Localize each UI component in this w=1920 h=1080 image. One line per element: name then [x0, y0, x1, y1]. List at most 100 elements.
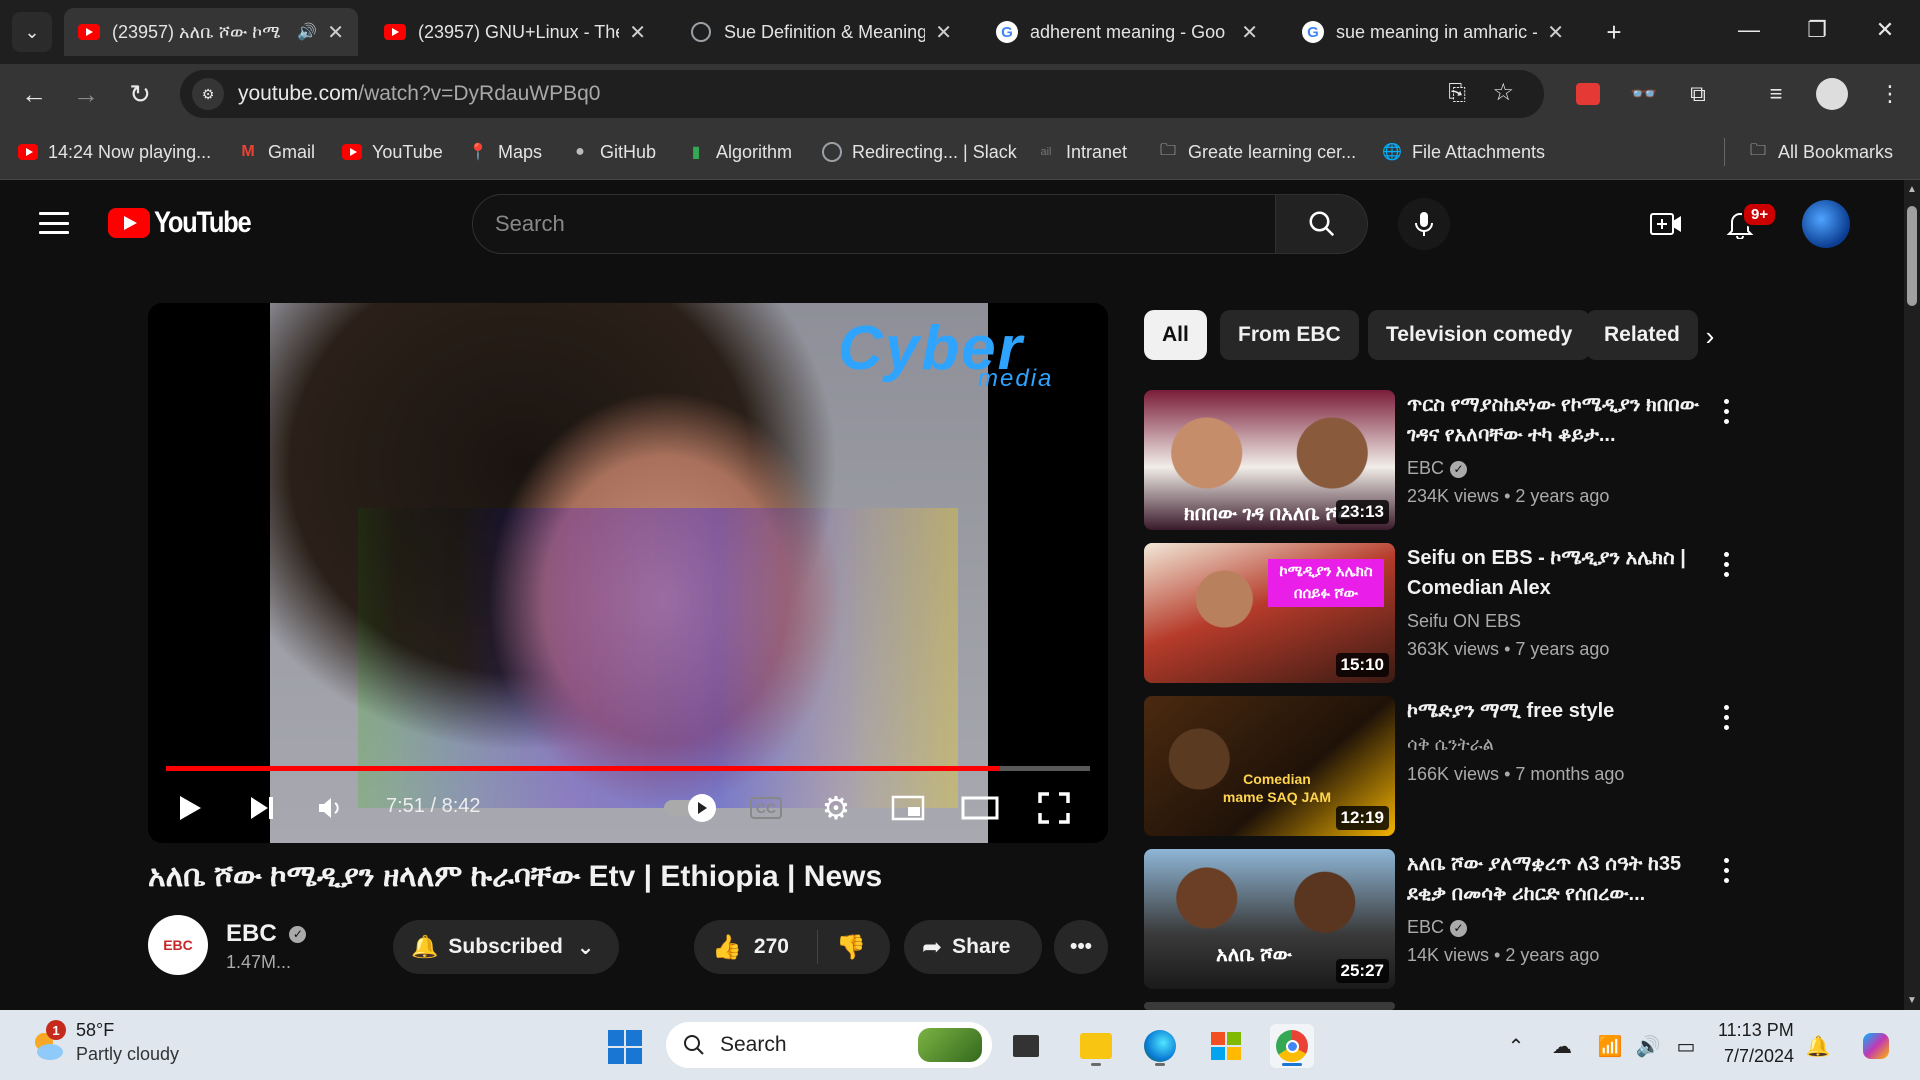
tab-3[interactable]: Sue Definition & Meaning ✕ [676, 8, 966, 56]
back-button[interactable]: ← [14, 74, 54, 114]
video-thumbnail[interactable] [1144, 1002, 1395, 1010]
profile-avatar[interactable] [1816, 78, 1848, 110]
forward-button[interactable]: → [66, 74, 106, 114]
extensions-puzzle-icon[interactable]: ⧉ [1682, 78, 1714, 110]
scrollbar-thumb[interactable] [1907, 206, 1917, 306]
chevron-up-icon[interactable]: ⌃ [1502, 1032, 1530, 1060]
bookmark-slack[interactable]: Redirecting... | Slack [822, 138, 1017, 166]
search-button[interactable] [1276, 194, 1368, 254]
channel-name[interactable]: EBC ✓ [1407, 458, 1468, 479]
scroll-up-icon[interactable]: ▲ [1907, 184, 1917, 195]
close-icon[interactable]: ✕ [327, 20, 344, 45]
video-thumbnail[interactable]: አለቤ ሾው 25:27 [1144, 849, 1395, 989]
restore-button[interactable]: ❐ [1784, 0, 1850, 60]
weather-condition[interactable]: Partly cloudy [76, 1044, 179, 1065]
all-bookmarks-button[interactable]: 🗀 All Bookmarks [1748, 138, 1893, 166]
edge-button[interactable] [1138, 1024, 1182, 1068]
channel-name[interactable]: ሳቅ ሴንትራል [1407, 734, 1494, 755]
recommendation-item[interactable]: ክበበው ገዳ በአለቤ ሾው 23:13 ጥርስ የማያስከድነው የኮሜዲያ… [1144, 390, 1744, 530]
tab-search-button[interactable]: ⌄ [12, 12, 52, 52]
video-title[interactable]: Seifu on EBS - ኮሜዲያን አሌክስ | Comedian Ale… [1407, 543, 1707, 603]
speaker-icon[interactable]: 🔊 [297, 22, 317, 42]
install-icon[interactable]: ⎘ [1448, 80, 1466, 106]
video-thumbnail[interactable]: Comedian mame SAQ JAM 12:19 [1144, 696, 1395, 836]
start-button[interactable] [608, 1030, 642, 1064]
autoplay-toggle[interactable] [664, 794, 716, 822]
chip-scroll-next-button[interactable]: › [1690, 316, 1730, 356]
recommendation-item[interactable]: አለቤ ሾው 25:27 አለቤ ሾው ያለማቋረጥ ለ3 ሰዓት ከ35 ደቂ… [1144, 849, 1744, 989]
media-control-icon[interactable]: ≡ [1760, 78, 1792, 110]
bookmark-now-playing[interactable]: 14:24 Now playing... [18, 138, 211, 166]
recommendation-item[interactable]: Comedian mame SAQ JAM 12:19 ኮሜድያን ማሚ fre… [1144, 696, 1744, 836]
copilot-icon[interactable] [1862, 1032, 1890, 1060]
miniplayer-button[interactable] [886, 786, 930, 830]
store-button[interactable] [1204, 1024, 1248, 1068]
kebab-menu-icon[interactable] [1714, 702, 1738, 732]
bookmark-intranet[interactable]: ail Intranet [1036, 138, 1127, 166]
search-input[interactable]: Search [472, 194, 1276, 254]
new-tab-button[interactable]: + [1594, 12, 1634, 52]
onedrive-icon[interactable]: ☁ [1548, 1032, 1576, 1060]
hamburger-menu-icon[interactable] [36, 208, 72, 238]
kebab-menu-icon[interactable] [1714, 396, 1738, 426]
chrome-button[interactable] [1270, 1024, 1314, 1068]
captions-button[interactable]: CC [744, 786, 788, 830]
fullscreen-button[interactable] [1032, 786, 1076, 830]
create-button[interactable] [1648, 206, 1684, 242]
extension-red-icon[interactable] [1572, 78, 1604, 110]
battery-icon[interactable]: ▭ [1672, 1032, 1700, 1060]
close-window-button[interactable]: ✕ [1852, 0, 1918, 60]
recommendation-item[interactable]: ኮሜዲያን አሌክስ በሰይፉ ሾው 15:10 Seifu on EBS - … [1144, 543, 1744, 683]
settings-button[interactable]: ⚙ [814, 786, 858, 830]
video-title[interactable]: ኮሜድያን ማሚ free style [1407, 696, 1707, 726]
more-actions-button[interactable]: ••• [1054, 920, 1108, 974]
close-icon[interactable]: ✕ [1547, 20, 1564, 45]
video-thumbnail[interactable]: ክበበው ገዳ በአለቤ ሾው 23:13 [1144, 390, 1395, 530]
progress-bar[interactable] [166, 766, 1090, 771]
bookmark-github[interactable]: ● GitHub [570, 138, 656, 166]
tab-1[interactable]: (23957) አለቤ ሾው ኮሜ 🔊 ✕ [64, 8, 358, 56]
close-icon[interactable]: ✕ [935, 20, 952, 45]
share-button[interactable]: ➦ Share [904, 920, 1042, 974]
taskbar-search[interactable]: Search [666, 1022, 992, 1068]
url-text[interactable]: youtube.com/watch?v=DyRdauWPBq0 [238, 82, 600, 106]
dislike-button[interactable]: 👎 [818, 933, 866, 962]
chip-television-comedy[interactable]: Television comedy [1368, 310, 1591, 360]
video-player[interactable]: Cyber media 7:51 / 8:42 CC ⚙ [148, 303, 1108, 843]
chip-from-ebc[interactable]: From EBC [1220, 310, 1359, 360]
channel-name[interactable]: EBC ✓ [1407, 917, 1468, 938]
like-button[interactable]: 👍 270 [694, 930, 818, 964]
account-avatar[interactable] [1802, 200, 1850, 248]
video-title[interactable]: አለቤ ሾው ያለማቋረጥ ለ3 ሰዓት ከ35 ደቂቃ በመሳቅ ሪከርድ የ… [1407, 849, 1707, 909]
voice-search-button[interactable] [1398, 198, 1450, 250]
temperature[interactable]: 58°F [76, 1020, 114, 1041]
bookmark-youtube[interactable]: YouTube [342, 138, 443, 166]
channel-name[interactable]: Seifu ON EBS [1407, 611, 1521, 632]
channel-name[interactable]: EBC ✓ [226, 920, 307, 948]
play-button[interactable] [168, 786, 212, 830]
tab-5[interactable]: G sue meaning in amharic - ✕ [1288, 8, 1578, 56]
subscribed-button[interactable]: 🔔 Subscribed ⌄ [393, 920, 619, 974]
site-info-icon[interactable]: ⚙ [192, 78, 224, 110]
kebab-menu-icon[interactable]: ⋮ [1874, 78, 1906, 110]
star-icon[interactable]: ☆ [1492, 78, 1514, 107]
minimize-button[interactable]: — [1716, 0, 1782, 60]
kebab-menu-icon[interactable] [1714, 855, 1738, 885]
address-bar[interactable]: ⚙ youtube.com/watch?v=DyRdauWPBq0 ⎘ ☆ [180, 70, 1544, 118]
bookmark-folder-learning[interactable]: 🗀 Greate learning cer... [1158, 138, 1356, 166]
wifi-icon[interactable]: 📶 [1596, 1032, 1624, 1060]
clock-time[interactable]: 11:13 PM [1718, 1020, 1794, 1041]
kebab-menu-icon[interactable] [1714, 549, 1738, 579]
file-explorer-button[interactable] [1074, 1024, 1118, 1068]
volume-icon[interactable]: 🔊 [1634, 1032, 1662, 1060]
youtube-logo[interactable]: YouTube [108, 206, 267, 240]
chip-all[interactable]: All [1144, 310, 1207, 360]
close-icon[interactable]: ✕ [629, 20, 646, 45]
volume-button[interactable] [308, 786, 352, 830]
bookmark-gmail[interactable]: M Gmail [238, 138, 315, 166]
video-thumbnail[interactable]: ኮሜዲያን አሌክስ በሰይፉ ሾው 15:10 [1144, 543, 1395, 683]
theater-mode-button[interactable] [958, 786, 1002, 830]
reload-button[interactable]: ↻ [120, 74, 160, 114]
tab-4[interactable]: G adherent meaning - Goo ✕ [982, 8, 1272, 56]
next-button[interactable] [240, 786, 284, 830]
